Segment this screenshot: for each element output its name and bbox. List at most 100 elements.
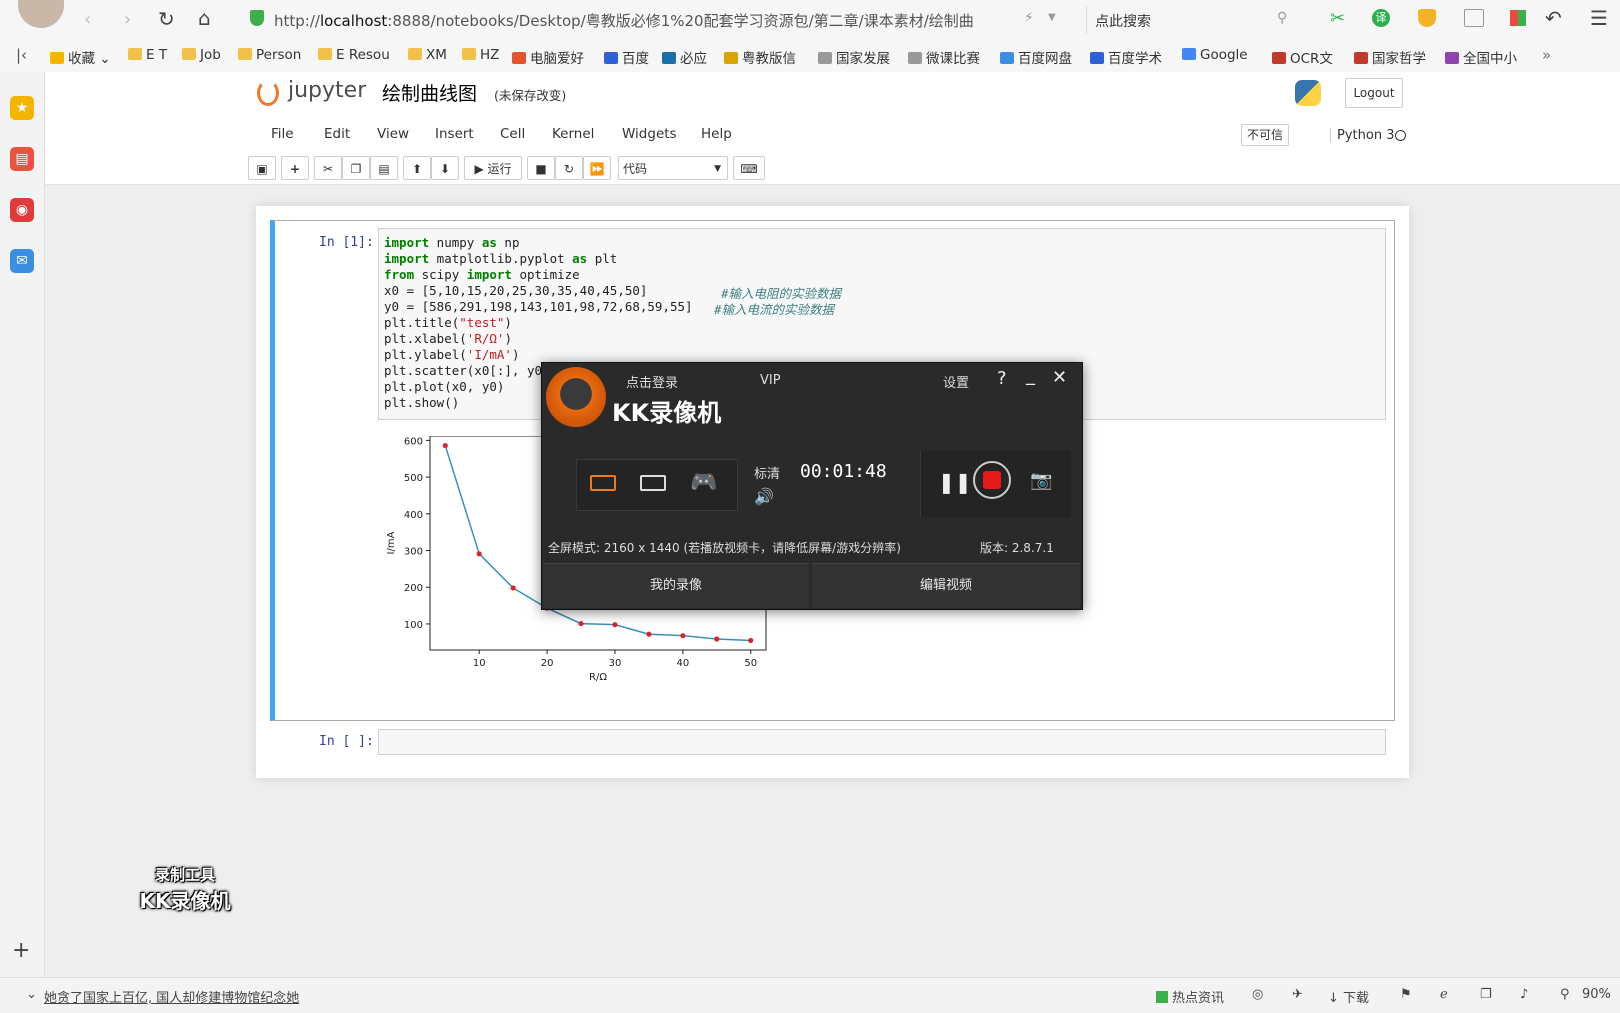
hot-news-button[interactable]: 热点资讯 — [1156, 987, 1224, 1006]
kk-vip-badge[interactable]: VIP — [760, 373, 781, 388]
kk-quality-label[interactable]: 标清 — [754, 463, 780, 482]
back-icon[interactable]: ‹ — [84, 9, 91, 30]
menu-kernel[interactable]: Kernel — [552, 126, 594, 142]
bookmark-national[interactable]: 全国中小 — [1445, 47, 1517, 67]
pause-icon[interactable]: ❚❚ — [938, 470, 972, 494]
run-button[interactable]: ▶ 运行 — [464, 156, 522, 180]
speaker-icon[interactable]: ♪ — [1520, 987, 1528, 1002]
search-icon[interactable]: ⚲ — [1277, 10, 1287, 26]
paste-icon[interactable]: ▤ — [370, 156, 398, 180]
menu-widgets[interactable]: Widgets — [622, 126, 677, 142]
lightning-icon[interactable]: ⚡ — [1024, 10, 1034, 26]
notebook-title[interactable]: 绘制曲线图 — [382, 79, 477, 106]
logout-button[interactable]: Logout — [1345, 78, 1403, 108]
cell-type-select[interactable]: 代码 ▼ — [618, 156, 728, 180]
image-icon[interactable] — [1464, 9, 1484, 27]
move-down-icon[interactable]: ⬇ — [431, 156, 459, 180]
user-avatar[interactable] — [18, 0, 64, 28]
scissors-icon[interactable]: ✂ — [1330, 8, 1345, 29]
copy-icon[interactable]: ❐ — [342, 156, 370, 180]
zoom-icon[interactable]: ⚲ — [1560, 987, 1570, 1002]
bookmark-xm[interactable]: XM — [408, 47, 447, 63]
jupyter-logo-icon[interactable] — [257, 80, 279, 106]
ie-icon[interactable]: ℯ — [1440, 987, 1448, 1002]
bookmark-baidu[interactable]: 百度 — [604, 47, 649, 67]
bookmark-hz[interactable]: HZ — [462, 47, 499, 63]
bookmark-et[interactable]: E T — [128, 47, 167, 63]
more-bookmarks-icon[interactable]: » — [1542, 46, 1551, 64]
stop-icon[interactable]: ■ — [527, 156, 555, 180]
bookmark-google[interactable]: Google — [1182, 47, 1248, 63]
favorites-star-icon[interactable]: ★ — [10, 96, 34, 120]
menu-insert[interactable]: Insert — [435, 126, 474, 142]
kk-settings-button[interactable]: 设置 — [943, 372, 969, 391]
move-up-icon[interactable]: ⬆ — [403, 156, 431, 180]
insert-cell-icon[interactable]: + — [281, 156, 309, 180]
my-videos-button[interactable]: 我的录像 — [543, 563, 809, 608]
search-box[interactable]: 点此搜索 ⚲ — [1086, 6, 1297, 34]
camera-icon[interactable]: 📷 — [1030, 470, 1052, 491]
accelerate-icon[interactable]: ◎ — [1252, 987, 1263, 1002]
forward-icon[interactable]: › — [124, 9, 131, 30]
bookmark-favorites[interactable]: 收藏 ⌄ — [50, 47, 111, 67]
bookmark-ndrc[interactable]: 国家发展 — [818, 47, 890, 67]
edit-video-button[interactable]: 编辑视频 — [812, 563, 1080, 608]
menu-view[interactable]: View — [377, 126, 409, 142]
kk-login-link[interactable]: 点击登录 — [626, 372, 678, 391]
restart-icon[interactable]: ↻ — [555, 156, 583, 180]
sidebar-toggle-icon[interactable]: |‹ — [16, 46, 27, 64]
window-icon[interactable]: ❐ — [1480, 987, 1492, 1002]
keyboard-icon[interactable]: ⌨ — [733, 156, 765, 180]
bookmark-micro-lesson[interactable]: 微课比赛 — [908, 47, 980, 67]
chevron-down-icon[interactable]: ⌄ — [26, 987, 37, 1002]
minimize-icon[interactable]: _ — [1026, 365, 1035, 386]
notes-icon[interactable]: ▤ — [10, 147, 34, 171]
trust-indicator[interactable]: 不可信 — [1241, 124, 1289, 146]
home-icon[interactable]: ⌂ — [198, 6, 211, 30]
bookmark-person[interactable]: Person — [238, 47, 301, 63]
address-bar[interactable]: http://localhost:8888/notebooks/Desktop/… — [240, 6, 1070, 34]
bookmark-job[interactable]: Job — [182, 47, 221, 63]
mail-icon[interactable]: ✉ — [10, 249, 34, 273]
undo-icon[interactable]: ↶ — [1545, 6, 1562, 30]
reload-icon[interactable]: ↻ — [158, 7, 175, 31]
jupyter-logo-text[interactable]: jupyter — [288, 78, 366, 103]
bookmark-ocr[interactable]: OCR文 — [1272, 47, 1333, 67]
add-icon[interactable]: + — [12, 938, 30, 963]
record-stop-button[interactable] — [973, 461, 1011, 499]
menu-file[interactable]: File — [271, 126, 294, 142]
weibo-icon[interactable]: ◉ — [10, 198, 34, 222]
pin-icon[interactable]: ✈ — [1292, 987, 1303, 1002]
bookmark-baidu-scholar[interactable]: 百度学术 — [1090, 47, 1162, 67]
bookmark-baidu-pan[interactable]: 百度网盘 — [1000, 47, 1072, 67]
kk-recorder-window[interactable]: 点击登录 VIP 设置 ? _ ✕ KK录像机 🎮 标清 🔊 00:01:48 … — [541, 362, 1083, 610]
region-mode-icon[interactable] — [640, 475, 666, 491]
menu-icon[interactable]: ☰ — [1590, 6, 1608, 30]
bookmark-bing[interactable]: 必应 — [662, 47, 707, 67]
menu-help[interactable]: Help — [701, 126, 732, 142]
bookmark-pc-fans[interactable]: 电脑爱好 — [512, 47, 584, 67]
empty-code-cell[interactable] — [378, 729, 1386, 755]
fullscreen-mode-icon[interactable] — [590, 475, 616, 491]
cut-icon[interactable]: ✂ — [314, 156, 342, 180]
apps-grid-icon[interactable] — [1510, 10, 1526, 26]
search-input[interactable]: 点此搜索 — [1095, 11, 1151, 31]
chevron-down-icon[interactable]: ▼ — [1048, 12, 1056, 23]
volume-icon[interactable]: 🔊 — [754, 487, 774, 506]
menu-cell[interactable]: Cell — [500, 126, 525, 142]
game-mode-icon[interactable]: 🎮 — [690, 470, 717, 495]
chevron-down-icon[interactable]: ⌄ — [95, 51, 110, 67]
close-icon[interactable]: ✕ — [1052, 367, 1067, 388]
translate-icon[interactable]: 译 — [1372, 9, 1390, 27]
bookmark-philosophy[interactable]: 国家哲学 — [1354, 47, 1426, 67]
download-button[interactable]: ↓ 下载 — [1328, 987, 1369, 1006]
menu-edit[interactable]: Edit — [324, 126, 350, 142]
fast-forward-icon[interactable]: ⏩ — [583, 156, 611, 180]
shield-icon[interactable] — [1418, 9, 1436, 27]
bookmark-gdjy[interactable]: 粤教版信 — [724, 47, 796, 67]
bookmark-e-resource[interactable]: E Resou — [318, 47, 390, 63]
save-icon[interactable]: ▣ — [248, 156, 276, 180]
news-ticker-link[interactable]: 她贪了国家上百亿, 国人却修建博物馆纪念她 — [44, 987, 299, 1006]
flag-icon[interactable]: ⚑ — [1400, 987, 1412, 1002]
zoom-level[interactable]: 90% — [1582, 987, 1611, 1002]
